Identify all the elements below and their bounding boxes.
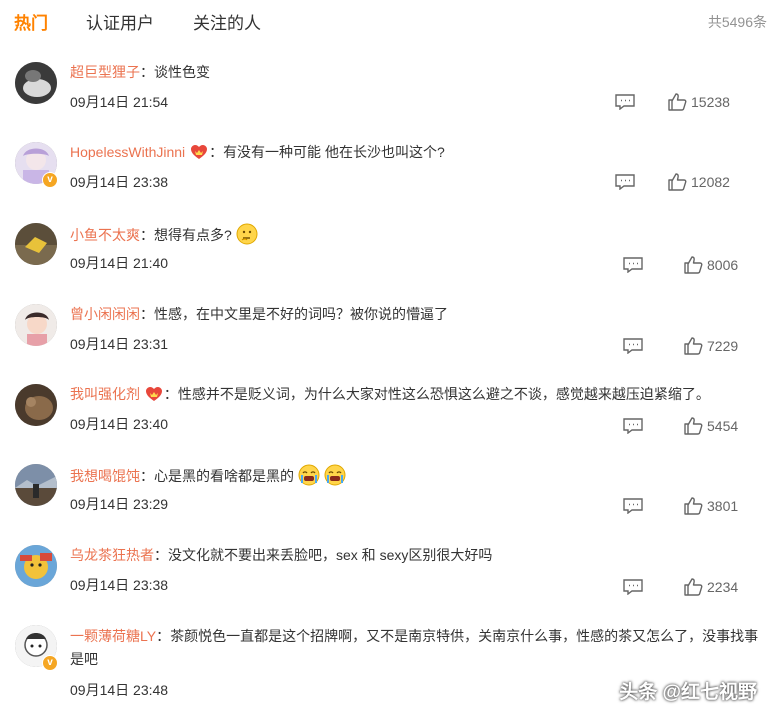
separator: ： [156, 628, 171, 644]
comment-text: 心是黑的看啥都是黑的 [154, 468, 294, 484]
comment-text: 想得有点多? [154, 227, 232, 243]
username[interactable]: 超巨型狸子 [70, 64, 140, 80]
vip-crown-icon [191, 145, 208, 159]
thumbs-up-icon [684, 578, 703, 596]
comment-text: 谈性色变 [154, 64, 210, 80]
like-button[interactable]: 15238 [667, 92, 755, 114]
like-count: 7229 [707, 338, 739, 354]
avatar[interactable] [15, 223, 57, 265]
comment-text: 有没有一种可能 他在长沙也叫这个? [223, 144, 445, 160]
comment-text: 茶颜悦色一直都是这个招牌啊，又不是南京特供，关南京什么事，性感的茶又怎么了，没事… [70, 628, 759, 667]
like-count: 3801 [707, 498, 739, 514]
like-button[interactable]: 12082 [667, 172, 755, 194]
thumbs-up-icon [684, 497, 703, 515]
avatar[interactable] [15, 464, 57, 506]
verified-badge-icon: v [42, 655, 58, 671]
separator: ： [154, 547, 168, 563]
comment-text: 没文化就不要出来丢脸吧，sex 和 sexy区别很大好吗 [168, 547, 493, 563]
watermark: 头条 @红七视野 [619, 682, 757, 703]
like-button[interactable]: 5454 [683, 416, 755, 438]
comment-time: 09月14日 23:38 [70, 577, 169, 593]
thinking-emoji-icon [236, 223, 258, 245]
like-count: 2234 [707, 579, 739, 595]
reply-icon[interactable] [623, 498, 643, 514]
tab-following[interactable]: 关注的人 [193, 9, 261, 34]
comment-text: 性感并不是贬义词，为什么大家对性这么恐惧这么避之不谈，感觉越来越压迫紧缩了。 [177, 386, 710, 402]
thumbs-up-icon [684, 337, 703, 355]
separator: ： [140, 64, 154, 80]
separator: ： [140, 468, 154, 484]
reply-icon[interactable] [623, 579, 643, 595]
comment-time: 09月14日 23:40 [70, 416, 169, 432]
username[interactable]: 一颗薄荷糖LY [70, 628, 156, 644]
avatar[interactable] [15, 304, 57, 346]
comment-time: 09月14日 23:38 [70, 174, 169, 190]
username[interactable]: 我想喝馄饨 [70, 468, 140, 484]
separator: ： [209, 144, 224, 160]
like-count: 5454 [707, 418, 739, 434]
like-button[interactable]: 8006 [683, 255, 755, 277]
thumbs-up-icon [668, 93, 687, 111]
crying-emoji-icon [298, 464, 320, 486]
comment-time: 09月14日 23:48 [70, 682, 169, 698]
username[interactable]: HopelessWithJinni [70, 144, 185, 160]
vip-crown-icon [145, 387, 162, 401]
like-count: 8006 [707, 257, 739, 273]
avatar[interactable] [15, 62, 57, 104]
like-button[interactable]: 2234 [683, 577, 755, 599]
comment-text: 性感，在中文里是不好的词吗？被你说的懵逼了 [154, 306, 448, 322]
verified-badge-icon: v [42, 172, 58, 188]
reply-icon[interactable] [623, 418, 643, 434]
comment-time: 09月14日 21:54 [70, 94, 169, 110]
tab-verified-users[interactable]: 认证用户 [86, 9, 154, 34]
like-button[interactable]: 3801 [683, 496, 755, 518]
comment-time: 09月14日 21:40 [70, 255, 169, 271]
username[interactable]: 曾小闲闲闲 [70, 306, 140, 322]
crying-emoji-icon [324, 464, 346, 486]
like-button[interactable]: 7229 [683, 336, 755, 358]
avatar[interactable] [15, 384, 57, 426]
separator: ： [140, 306, 154, 322]
total-count: 共5496条 [707, 14, 767, 30]
comment-time: 09月14日 23:29 [70, 496, 169, 512]
separator: ： [163, 386, 178, 402]
username[interactable]: 小鱼不太爽 [70, 227, 140, 243]
username[interactable]: 乌龙茶狂热者 [70, 547, 154, 563]
username[interactable]: 我叫强化剂 [70, 386, 140, 402]
reply-icon[interactable] [623, 257, 643, 273]
tab-hot[interactable]: 热门 [14, 9, 48, 34]
comment-tabs: 热门 认证用户 关注的人 共5496条 [0, 0, 775, 44]
thumbs-up-icon [684, 417, 703, 435]
reply-icon[interactable] [615, 174, 635, 190]
thumbs-up-icon [684, 256, 703, 274]
like-count: 12082 [691, 174, 730, 190]
like-count: 15238 [691, 94, 730, 110]
comment-time: 09月14日 23:31 [70, 336, 169, 352]
thumbs-up-icon [668, 173, 687, 191]
separator: ： [140, 227, 154, 243]
reply-icon[interactable] [615, 94, 635, 110]
reply-icon[interactable] [623, 338, 643, 354]
avatar[interactable] [15, 545, 57, 587]
